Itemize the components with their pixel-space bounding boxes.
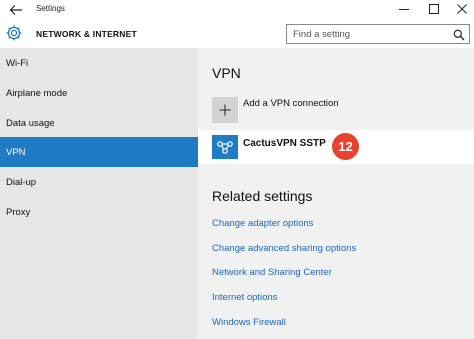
back-arrow-icon[interactable] [8,3,24,17]
sidebar-item-label: Dial-up [6,176,37,188]
gear-icon [5,24,23,42]
sidebar-item-label: VPN [6,146,26,158]
change-adapter-options-link[interactable]: Change adapter options [212,218,313,229]
step-number-badge: 12 [332,133,359,160]
sidebar-item-label: Proxy [6,206,31,218]
change-advanced-sharing-options-link[interactable]: Change advanced sharing options [212,243,356,254]
windows-firewall-link[interactable]: Windows Firewall [212,317,286,328]
vpn-connection-item[interactable]: CactusVPN SSTP 12 [198,130,474,164]
sidebar-item-label: Airplane mode [6,87,68,99]
internet-options-link[interactable]: Internet options [212,292,278,303]
page-title: VPN [212,65,241,81]
search-icon[interactable] [453,28,465,41]
sidebar: Wi-Fi Airplane mode Data usage VPN Dial-… [0,48,198,339]
add-vpn-label: Add a VPN connection [243,98,339,109]
sidebar-item-data-usage[interactable]: Data usage [0,109,198,137]
sidebar-item-label: Data usage [6,117,55,129]
vpn-connection-name: CactusVPN SSTP [243,138,326,149]
plus-icon [212,97,238,123]
network-and-sharing-center-link[interactable]: Network and Sharing Center [212,267,332,278]
minimize-icon[interactable] [394,2,414,16]
app-title: Settings [36,4,65,13]
search-box[interactable] [286,24,470,44]
section-title: NETWORK & INTERNET [36,29,137,39]
settings-header: NETWORK & INTERNET [0,20,474,48]
sidebar-item-wifi[interactable]: Wi-Fi [0,49,198,77]
vpn-connection-icon [212,135,238,159]
search-input[interactable] [287,25,447,43]
main-content: VPN Add a VPN connection CactusVPN SSTP … [198,48,474,339]
sidebar-item-airplane-mode[interactable]: Airplane mode [0,79,198,107]
title-bar: Settings [0,0,474,20]
related-settings-heading: Related settings [212,188,313,204]
maximize-icon[interactable] [424,2,444,16]
close-icon[interactable] [452,2,472,16]
sidebar-item-vpn[interactable]: VPN [0,137,198,167]
sidebar-item-label: Wi-Fi [6,57,29,69]
sidebar-item-dial-up[interactable]: Dial-up [0,168,198,196]
add-vpn-connection-button[interactable]: Add a VPN connection [212,97,339,123]
sidebar-item-proxy[interactable]: Proxy [0,198,198,226]
